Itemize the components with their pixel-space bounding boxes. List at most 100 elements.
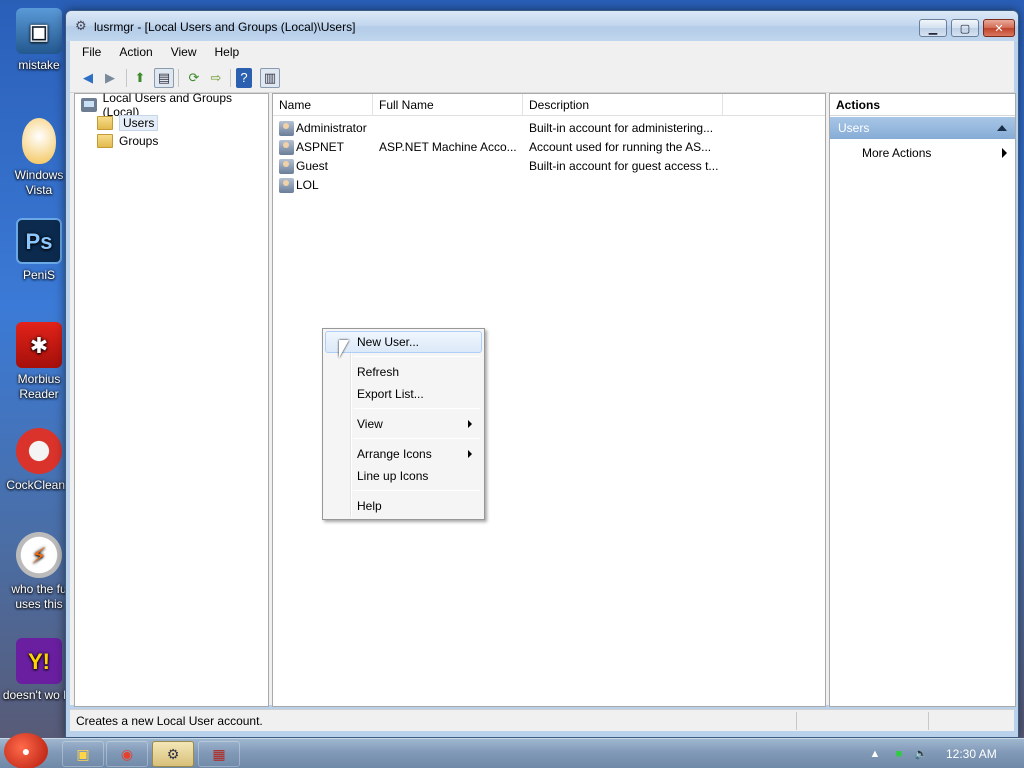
menu-separator [353, 490, 480, 491]
user-name: Administrator [296, 121, 367, 135]
context-item-view[interactable]: View [325, 413, 482, 435]
forward-icon[interactable]: ▶ [100, 68, 120, 88]
table-row[interactable]: Administrator Built-in account for admin… [273, 119, 825, 138]
help-icon[interactable]: ? [236, 68, 252, 88]
minimize-icon: ▁ [928, 22, 938, 35]
menu-separator [353, 438, 480, 439]
taskbar-lusrmgr[interactable]: ⚙ [152, 741, 194, 767]
users-app-icon: ⚙ [166, 745, 180, 762]
tree-item-users[interactable]: Users [97, 114, 159, 132]
submenu-arrow-icon [1002, 148, 1007, 158]
taskbar-explorer[interactable]: ▣ [62, 741, 104, 767]
folder-icon: ▣ [76, 745, 90, 762]
submenu-arrow-icon [468, 420, 472, 428]
tree-item-label: Users [119, 115, 159, 131]
show-hidden-icons-icon[interactable]: ▲ [868, 747, 882, 761]
user-icon [279, 178, 294, 193]
start-button[interactable]: ● [4, 733, 48, 768]
menu-action[interactable]: Action [110, 42, 161, 62]
chrome-icon: ◉ [120, 745, 134, 762]
user-full-name: ASP.NET Machine Acco... [379, 140, 517, 154]
column-header-description[interactable]: Description [523, 94, 723, 116]
submenu-arrow-icon [468, 450, 472, 458]
refresh-icon[interactable]: ⟳ [184, 68, 204, 88]
user-icon [279, 140, 294, 155]
angry-bird-icon: ● [21, 743, 31, 759]
console-tree: Local Users and Groups (Local) Users Gro… [74, 91, 269, 707]
up-folder-icon[interactable]: ⬆ [130, 68, 150, 88]
context-item-label: Arrange Icons [357, 447, 432, 461]
user-description: Built-in account for administering... [529, 121, 714, 135]
folder-icon [97, 116, 113, 130]
status-divider [928, 712, 929, 730]
yahoo-messenger-icon: Y! [16, 638, 62, 684]
user-description: Built-in account for guest access t... [529, 159, 719, 173]
context-item-help[interactable]: Help [325, 495, 482, 517]
toolbar-separator [178, 69, 179, 87]
close-button[interactable]: ✕ [983, 19, 1015, 37]
ccleaner-icon [16, 428, 62, 474]
list-header: Name Full Name Description [273, 94, 825, 116]
user-name: LOL [296, 178, 319, 192]
context-item-label: View [357, 417, 383, 431]
context-item-refresh[interactable]: Refresh [325, 361, 482, 383]
user-name: ASPNET [296, 140, 345, 154]
menu-help[interactable]: Help [206, 42, 249, 62]
app-icon: ▦ [212, 745, 226, 762]
volume-icon[interactable]: 🔈 [914, 747, 928, 761]
back-icon[interactable]: ◀ [78, 68, 98, 88]
maximize-icon: ▢ [959, 22, 971, 35]
toolbar-separator [230, 69, 231, 87]
tree-item-label: Groups [119, 134, 159, 148]
user-description: Account used for running the AS... [529, 140, 712, 154]
minimize-button[interactable]: ▁ [919, 19, 947, 37]
computer-icon: ▣ [16, 8, 62, 54]
action-pane-icon[interactable]: ▥ [260, 68, 280, 88]
users-app-icon: ⚙ [75, 18, 87, 33]
menu-separator [353, 356, 480, 357]
photoshop-icon: Ps [16, 218, 62, 264]
status-bar: Creates a new Local User account. [70, 709, 1014, 731]
tree-item-groups[interactable]: Groups [97, 132, 158, 150]
user-icon [279, 159, 294, 174]
column-header-name[interactable]: Name [273, 94, 373, 116]
computer-icon [81, 98, 97, 112]
taskbar-chrome[interactable]: ◉ [106, 741, 148, 767]
table-row[interactable]: ASPNET ASP.NET Machine Acco... Account u… [273, 138, 825, 157]
toolbar: ◀ ▶ ⬆ ▤ ⟳ ⇨ ? ▥ [70, 63, 1014, 93]
vista-egg-icon [22, 118, 56, 164]
winamp-icon: ⚡ [16, 532, 62, 578]
pdf-reader-icon: ✱ [16, 322, 62, 368]
toolbar-separator [126, 69, 127, 87]
status-divider [796, 712, 797, 730]
user-name: Guest [296, 159, 329, 173]
taskbar-app[interactable]: ▦ [198, 741, 240, 767]
show-tree-icon[interactable]: ▤ [154, 68, 174, 88]
maximize-button[interactable]: ▢ [951, 19, 979, 37]
status-text: Creates a new Local User account. [76, 714, 263, 728]
clock[interactable]: 12:30 AM [946, 747, 997, 761]
table-row[interactable]: LOL [273, 176, 825, 195]
context-item-line-up-icons[interactable]: Line up Icons [325, 465, 482, 487]
tree-item-root[interactable]: Local Users and Groups (Local) [81, 91, 268, 119]
export-icon[interactable]: ⇨ [206, 68, 226, 88]
actions-pane: Actions Users More Actions [829, 93, 1016, 707]
actions-section-users[interactable]: Users [830, 117, 1015, 139]
window-title: lusrmgr - [Local Users and Groups (Local… [94, 20, 356, 34]
title-bar[interactable]: ⚙ lusrmgr - [Local Users and Groups (Loc… [66, 11, 1018, 41]
menu-view[interactable]: View [162, 42, 206, 62]
action-more-actions[interactable]: More Actions [862, 144, 931, 162]
table-row[interactable]: Guest Built-in account for guest access … [273, 157, 825, 176]
menu-file[interactable]: File [70, 42, 110, 62]
taskbar: ● ▣ ◉ ⚙ ▦ ▲ ■ 🔈 12:30 AM [0, 733, 1024, 768]
collapse-arrow-icon[interactable] [997, 125, 1007, 131]
column-header-full-name[interactable]: Full Name [373, 94, 523, 116]
context-item-export-list[interactable]: Export List... [325, 383, 482, 405]
network-icon[interactable]: ■ [892, 747, 906, 761]
context-item-arrange-icons[interactable]: Arrange Icons [325, 443, 482, 465]
folder-icon [97, 134, 113, 148]
menu-bar: File Action View Help [70, 41, 1014, 63]
actions-header: Actions [830, 94, 1015, 116]
user-icon [279, 121, 294, 136]
close-icon: ✕ [994, 22, 1004, 35]
